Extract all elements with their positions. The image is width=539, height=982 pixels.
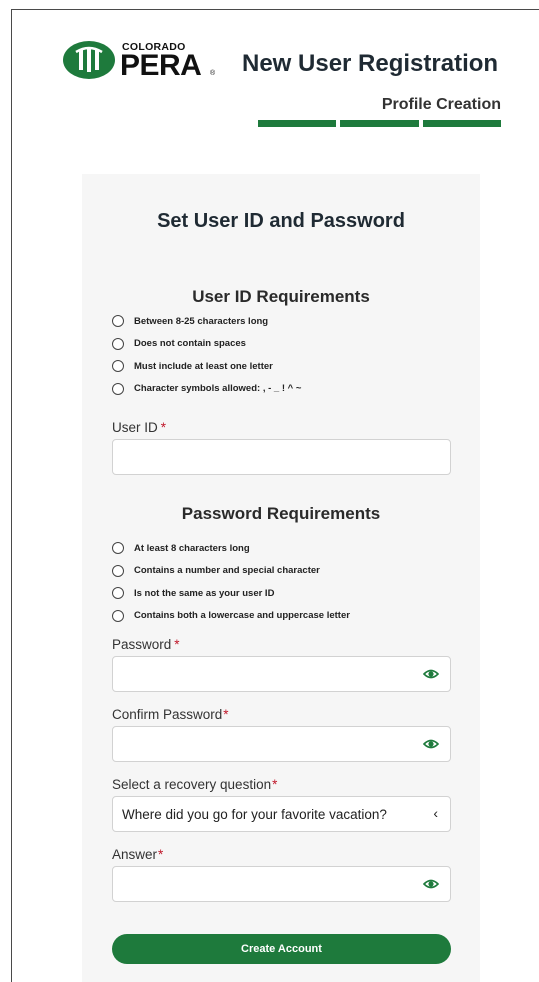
requirement-text: Contains both a lowercase and uppercase … bbox=[134, 610, 350, 622]
confirm-password-label: Confirm Password* bbox=[112, 707, 229, 722]
radio-circle-icon bbox=[112, 360, 124, 373]
eye-icon[interactable] bbox=[423, 667, 439, 681]
radio-circle-icon bbox=[112, 315, 124, 328]
user-id-label-text: User ID bbox=[112, 420, 158, 435]
required-marker: * bbox=[174, 637, 180, 652]
requirement-text: Does not contain spaces bbox=[134, 338, 246, 350]
create-account-button[interactable]: Create Account bbox=[112, 934, 451, 964]
required-marker: * bbox=[272, 777, 278, 792]
chevron-left-icon: ‹ bbox=[433, 805, 438, 821]
eye-icon[interactable] bbox=[423, 737, 439, 751]
radio-circle-icon bbox=[112, 609, 124, 622]
user-id-input[interactable] bbox=[112, 439, 451, 475]
radio-circle-icon bbox=[112, 542, 124, 555]
confirm-password-input[interactable] bbox=[112, 726, 451, 762]
progress-step-3 bbox=[422, 120, 501, 127]
list-item: Contains both a lowercase and uppercase … bbox=[112, 605, 350, 628]
password-requirements-heading: Password Requirements bbox=[181, 504, 381, 523]
requirement-text: Character symbols allowed: , - _ ! ^ ~ bbox=[134, 383, 302, 395]
password-label-text: Password bbox=[112, 637, 172, 652]
list-item: Character symbols allowed: , - _ ! ^ ~ bbox=[112, 378, 301, 401]
form-title: Set User ID and Password bbox=[157, 210, 405, 232]
logo-registered-mark: ® bbox=[210, 70, 216, 77]
answer-label-text: Answer bbox=[112, 847, 158, 862]
radio-circle-icon bbox=[112, 587, 124, 600]
step-label: Profile Creation bbox=[381, 96, 501, 113]
radio-circle-icon bbox=[112, 382, 124, 395]
password-label: Password * bbox=[112, 637, 180, 652]
list-item: Is not the same as your user ID bbox=[112, 582, 350, 605]
radio-circle-icon bbox=[112, 337, 124, 350]
user-id-label: User ID * bbox=[112, 420, 166, 435]
eye-icon[interactable] bbox=[423, 877, 439, 891]
list-item: Contains a number and special character bbox=[112, 560, 350, 583]
list-item: At least 8 characters long bbox=[112, 537, 350, 560]
list-item: Must include at least one letter bbox=[112, 355, 301, 378]
progress-step-1 bbox=[258, 120, 337, 127]
recovery-question-value: Where did you go for your favorite vacat… bbox=[122, 807, 387, 822]
recovery-question-label-text: Select a recovery question bbox=[112, 777, 272, 792]
progress-bar bbox=[258, 120, 501, 127]
user-id-requirements-list: Between 8-25 characters long Does not co… bbox=[112, 310, 301, 400]
recovery-question-select[interactable]: Where did you go for your favorite vacat… bbox=[112, 796, 451, 832]
logo-pera-text: PERA bbox=[120, 49, 202, 82]
list-item: Does not contain spaces bbox=[112, 333, 301, 356]
answer-label: Answer* bbox=[112, 847, 163, 862]
requirement-text: Must include at least one letter bbox=[134, 360, 273, 372]
password-input[interactable] bbox=[112, 656, 451, 692]
pera-logo-icon bbox=[63, 41, 115, 79]
user-id-requirements-heading: User ID Requirements bbox=[192, 287, 370, 306]
requirement-text: At least 8 characters long bbox=[134, 542, 250, 554]
requirement-text: Is not the same as your user ID bbox=[134, 587, 275, 599]
required-marker: * bbox=[158, 847, 164, 862]
page-title: New User Registration bbox=[242, 50, 499, 77]
recovery-question-label: Select a recovery question* bbox=[112, 777, 277, 792]
requirement-text: Between 8-25 characters long bbox=[134, 315, 269, 327]
progress-step-2 bbox=[340, 120, 419, 127]
list-item: Between 8-25 characters long bbox=[112, 310, 301, 333]
required-marker: * bbox=[160, 420, 167, 435]
page-frame: COLORADO PERA ® New User Registration Pr… bbox=[11, 9, 539, 982]
requirement-text: Contains a number and special character bbox=[134, 565, 320, 577]
required-marker: * bbox=[223, 707, 229, 722]
radio-circle-icon bbox=[112, 564, 124, 577]
registration-card: Set User ID and Password User ID Require… bbox=[82, 174, 480, 982]
password-requirements-list: At least 8 characters long Contains a nu… bbox=[112, 537, 350, 627]
colorado-pera-logo: COLORADO PERA ® bbox=[62, 40, 222, 84]
confirm-password-label-text: Confirm Password bbox=[112, 707, 223, 722]
answer-input[interactable] bbox=[112, 866, 451, 902]
